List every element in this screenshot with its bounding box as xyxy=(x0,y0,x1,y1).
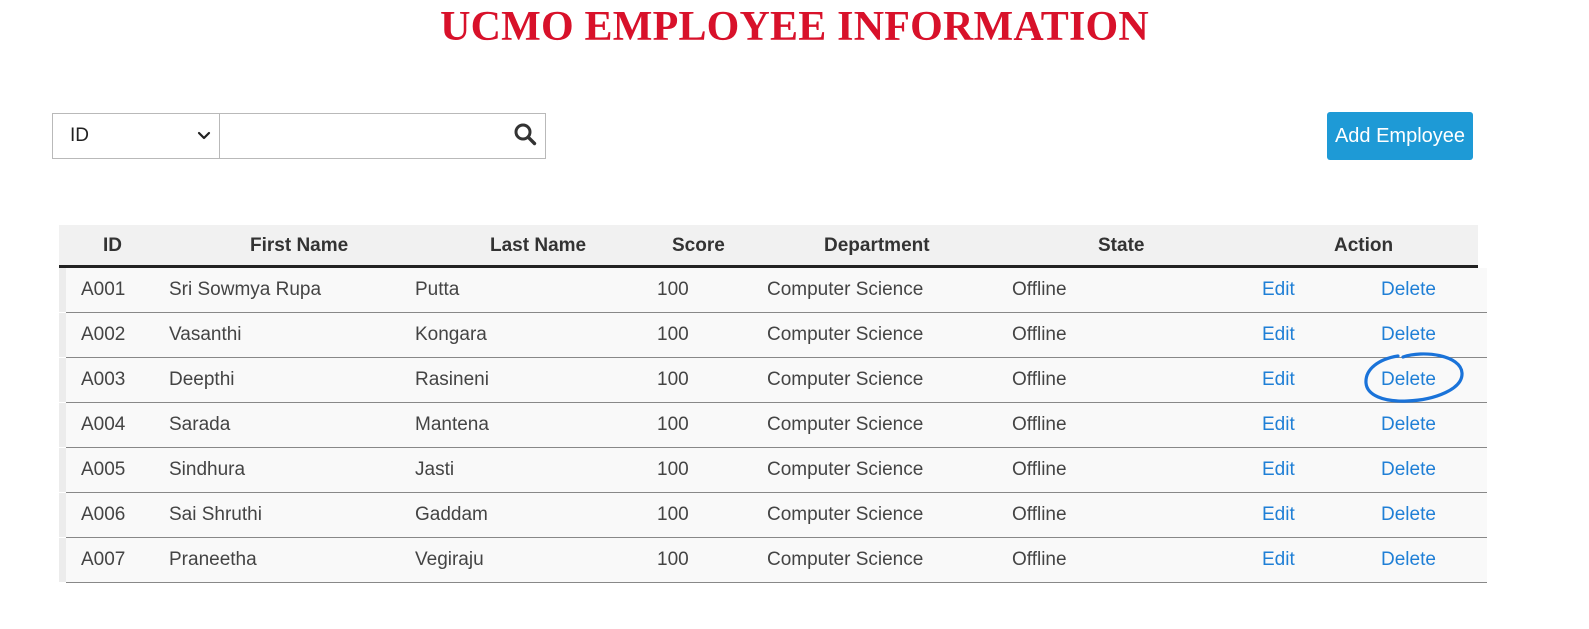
row-edge xyxy=(59,268,66,312)
table-row: A001 Sri Sowmya Rupa Putta 100 Computer Scie… xyxy=(59,268,1487,313)
cell-first-name: Sri Sowmya Rupa xyxy=(169,279,322,300)
cell-first-name: Sai Shruthi xyxy=(169,504,262,525)
cell-id: A004 xyxy=(81,414,126,435)
search-input[interactable] xyxy=(220,114,505,158)
table-row: A002 Vasanthi Kongara 100 Computer Science Of… xyxy=(59,313,1487,358)
column-header-first-name: First Name xyxy=(250,235,349,256)
table-row: A004 Sarada Mantena 100 Computer Science Offl… xyxy=(59,403,1487,448)
table-body: A001 Sri Sowmya Rupa Putta 100 Computer Scie… xyxy=(59,268,1487,583)
delete-link[interactable]: Delete xyxy=(1381,493,1436,537)
cell-last-name: Jasti xyxy=(415,459,455,480)
cell-score: 100 xyxy=(657,279,689,300)
cell-state: Offline xyxy=(1012,369,1067,390)
search-button[interactable] xyxy=(505,114,545,158)
column-header-id: ID xyxy=(103,235,122,256)
cell-state: Offline xyxy=(1012,324,1067,345)
cell-score: 100 xyxy=(657,414,689,435)
cell-first-name: Vasanthi xyxy=(169,324,242,345)
column-header-state: State xyxy=(1098,235,1145,256)
edit-link[interactable]: Edit xyxy=(1262,313,1295,357)
cell-first-name: Praneetha xyxy=(169,549,257,570)
delete-link[interactable]: Delete xyxy=(1381,313,1436,357)
delete-link[interactable]: Delete xyxy=(1381,403,1436,447)
cell-score: 100 xyxy=(657,324,689,345)
chevron-down-icon xyxy=(195,127,213,145)
table-row: A007 Praneetha Vegiraju 100 Computer Science… xyxy=(59,538,1487,583)
column-header-department: Department xyxy=(824,235,930,256)
cell-department: Computer Science xyxy=(767,369,924,390)
table-row: A003 Deepthi Rasineni 100 Computer Science Of… xyxy=(59,358,1487,403)
cell-first-name: Sindhura xyxy=(169,459,246,480)
page-title: UCMO EMPLOYEE INFORMATION xyxy=(440,4,1149,50)
row-edge xyxy=(59,448,66,492)
edit-link[interactable]: Edit xyxy=(1262,448,1295,492)
page: UCMO EMPLOYEE INFORMATION ID Add Employe… xyxy=(0,0,1589,629)
table-row: A005 Sindhura Jasti 100 Computer Science Offl… xyxy=(59,448,1487,493)
delete-link[interactable]: Delete xyxy=(1381,268,1436,312)
row-edge xyxy=(59,493,66,537)
add-employee-button[interactable]: Add Employee xyxy=(1327,112,1473,160)
column-header-action: Action xyxy=(1334,235,1394,256)
cell-last-name: Rasineni xyxy=(415,369,489,390)
cell-id: A002 xyxy=(81,324,126,345)
delete-link[interactable]: Delete xyxy=(1381,448,1436,492)
search-field-selected: ID xyxy=(70,125,89,146)
cell-state: Offline xyxy=(1012,279,1067,300)
edit-link[interactable]: Edit xyxy=(1262,538,1295,582)
delete-link[interactable]: Delete xyxy=(1381,358,1436,402)
edit-link[interactable]: Edit xyxy=(1262,403,1295,447)
cell-id: A001 xyxy=(81,279,126,300)
search-input-wrapper xyxy=(220,113,546,159)
cell-first-name: Sarada xyxy=(169,414,231,435)
cell-last-name: Vegiraju xyxy=(415,549,484,570)
edit-link[interactable]: Edit xyxy=(1262,493,1295,537)
search-field-select[interactable]: ID xyxy=(52,113,220,159)
cell-last-name: Mantena xyxy=(415,414,489,435)
column-header-last-name: Last Name xyxy=(490,235,587,256)
cell-last-name: Putta xyxy=(415,279,460,300)
search-bar: ID xyxy=(52,113,546,159)
cell-department: Computer Science xyxy=(767,459,924,480)
cell-score: 100 xyxy=(657,369,689,390)
cell-department: Computer Science xyxy=(767,414,924,435)
cell-state: Offline xyxy=(1012,504,1067,525)
cell-department: Computer Science xyxy=(767,504,924,525)
cell-id: A003 xyxy=(81,369,126,390)
row-edge xyxy=(59,358,66,402)
row-edge xyxy=(59,538,66,582)
edit-link[interactable]: Edit xyxy=(1262,358,1295,402)
delete-link[interactable]: Delete xyxy=(1381,538,1436,582)
cell-state: Offline xyxy=(1012,414,1067,435)
cell-department: Computer Science xyxy=(767,324,924,345)
table-header: ID First Name Last Name Score Department… xyxy=(59,225,1478,268)
column-header-score: Score xyxy=(672,235,725,256)
table-row: A006 Sai Shruthi Gaddam 100 Computer Science… xyxy=(59,493,1487,538)
cell-last-name: Kongara xyxy=(415,324,487,345)
edit-link[interactable]: Edit xyxy=(1262,268,1295,312)
cell-score: 100 xyxy=(657,459,689,480)
search-icon xyxy=(513,122,537,151)
cell-department: Computer Science xyxy=(767,549,924,570)
cell-id: A005 xyxy=(81,459,126,480)
cell-id: A007 xyxy=(81,549,126,570)
cell-state: Offline xyxy=(1012,549,1067,570)
cell-department: Computer Science xyxy=(767,279,924,300)
row-edge xyxy=(59,313,66,357)
cell-score: 100 xyxy=(657,549,689,570)
cell-score: 100 xyxy=(657,504,689,525)
cell-last-name: Gaddam xyxy=(415,504,488,525)
cell-id: A006 xyxy=(81,504,126,525)
row-edge xyxy=(59,403,66,447)
cell-state: Offline xyxy=(1012,459,1067,480)
cell-first-name: Deepthi xyxy=(169,369,235,390)
